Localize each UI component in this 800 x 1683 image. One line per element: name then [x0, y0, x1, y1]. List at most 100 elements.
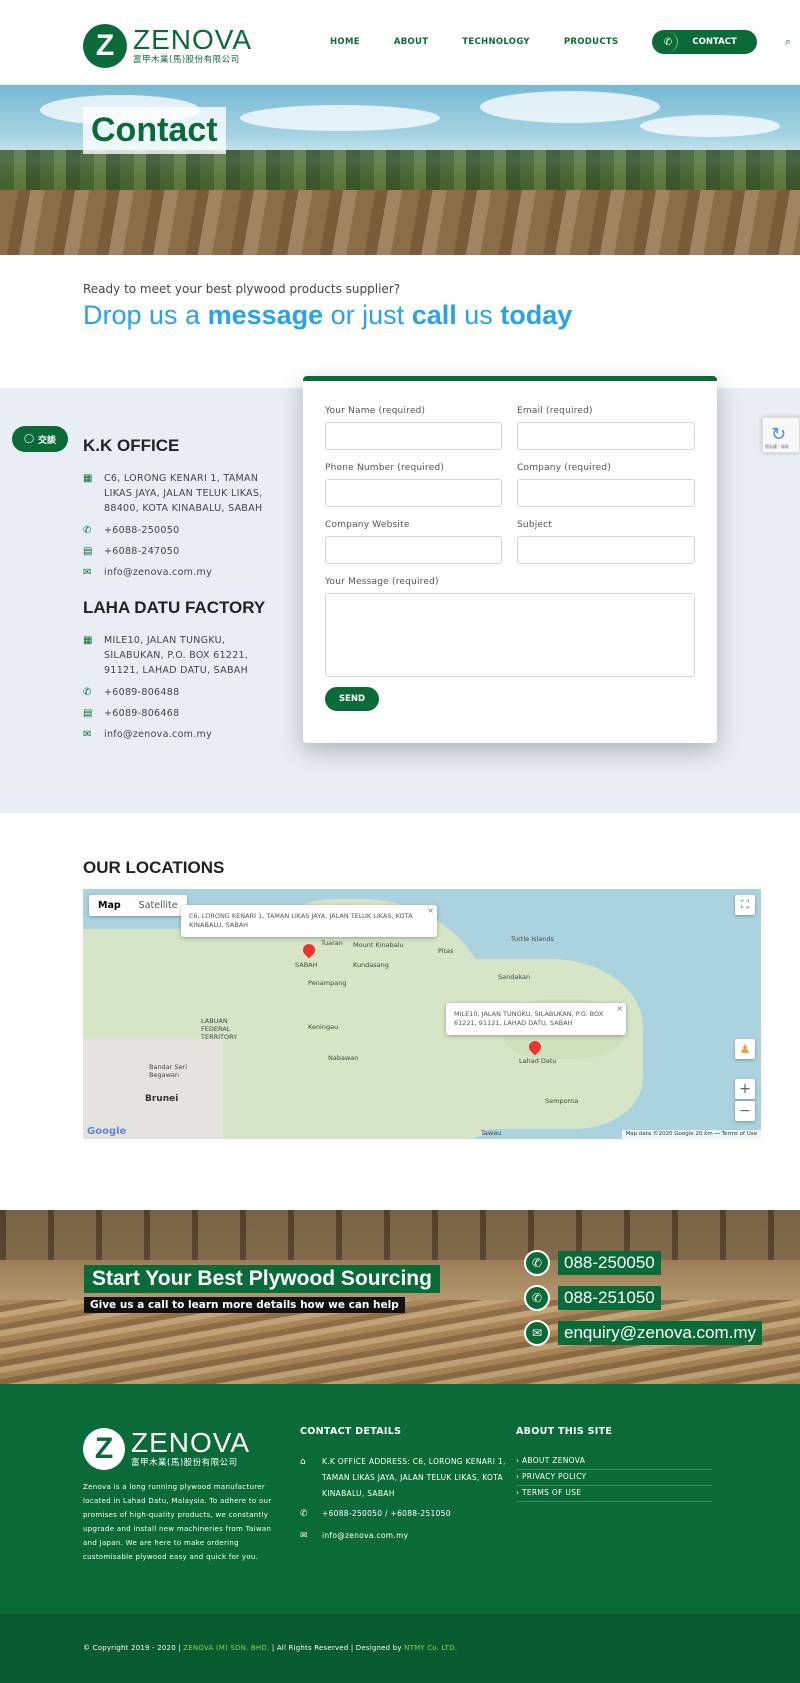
logo-subtitle: 富甲木業(馬)股份有限公司 — [133, 55, 240, 65]
phone-field[interactable] — [325, 479, 502, 507]
cta-phone-1[interactable]: ✆ 088-250050 — [524, 1250, 661, 1276]
logo-name: ZENOVA — [133, 24, 253, 55]
map-label: Nabawan — [328, 1054, 359, 1062]
map-label: Brunei — [145, 1094, 179, 1104]
recaptcha-badge[interactable]: ↻ 隱私權 - 條款 — [762, 417, 800, 453]
chat-label: 交談 — [38, 435, 57, 446]
site-logo[interactable]: Z ZENOVA 富甲木業(馬)股份有限公司 — [83, 24, 252, 68]
phone-icon: ✆ — [524, 1285, 550, 1311]
message-field[interactable] — [325, 593, 695, 677]
copyright-text: © Copyright 2019 - 2020 | ZENOVA (M) SDN… — [83, 1644, 458, 1652]
map-label: Bandar Seri Begawan — [149, 1063, 188, 1079]
office-title-factory: LAHA DATU FACTORY — [83, 598, 266, 617]
map-tab-map[interactable]: Map — [89, 895, 130, 916]
map-label: Semporna — [545, 1097, 579, 1105]
zoom-out-button[interactable]: − — [735, 1101, 755, 1121]
map-label: Tawau — [481, 1129, 502, 1137]
google-map[interactable]: Map Satellite C6, LORONG KENARI 1, TAMAN… — [83, 889, 761, 1139]
office-title-kk: K.K OFFICE — [83, 436, 180, 455]
locations-title: OUR LOCATIONS — [83, 858, 225, 877]
email-label: Email (required) — [517, 406, 593, 416]
footer-logo[interactable]: Z ZENOVA 富甲木業(馬)股份有限公司 — [83, 1428, 250, 1470]
send-button[interactable]: SEND — [325, 687, 379, 711]
name-field[interactable] — [325, 422, 502, 450]
cta-title: Start Your Best Plywood Sourcing — [84, 1265, 440, 1293]
office-phone-factory[interactable]: ✆ +6089-806488 — [83, 685, 264, 700]
map-label: Penampang — [308, 979, 347, 987]
office-fax-kk: ▤ +6088-247050 — [83, 546, 180, 557]
footer-phones[interactable]: ✆ +6088-250050 / +6088-251050 — [300, 1506, 507, 1522]
nav-about[interactable]: ABOUT — [394, 31, 428, 53]
office-email-factory[interactable]: ✉ info@zenova.com.my — [83, 727, 264, 742]
phone-label: Phone Number (required) — [325, 463, 445, 473]
logo-mark: Z — [83, 1428, 125, 1470]
map-popup-kk: C6, LORONG KENARI 1, TAMAN LIKAS JAYA, J… — [181, 905, 437, 937]
chat-button[interactable]: ◯ 交談 — [12, 426, 68, 452]
company-field[interactable] — [517, 479, 695, 507]
website-field[interactable] — [325, 536, 502, 564]
email-field[interactable] — [517, 422, 695, 450]
message-label: Your Message (required) — [325, 577, 439, 587]
nav-products[interactable]: PRODUCTS — [564, 31, 619, 53]
subject-label: Subject — [517, 520, 553, 530]
map-label: Kundasang — [353, 961, 389, 969]
map-label: LABUAN FEDERAL TERRITORY — [201, 1017, 238, 1041]
office-address-kk: ▦ C6, LORONG KENARI 1, TAMAN LIKAS JAYA,… — [83, 473, 263, 514]
map-attribution[interactable]: Map data ©2020 Google 20 km ⎯⎯ Terms of … — [621, 1130, 761, 1139]
map-popup-factory: MILE10, JALAN TUNGKU, SILABUKAN, P.O. BO… — [446, 1003, 626, 1035]
office-phone-kk[interactable]: ✆ +6088-250050 — [83, 523, 264, 538]
nav-technology[interactable]: TECHNOLOGY — [462, 31, 530, 53]
intro-heading: Drop us a message or just call us today — [83, 300, 573, 330]
page-title: Contact — [83, 107, 226, 154]
logo-mark: Z — [83, 24, 127, 68]
footer-link-privacy[interactable]: › PRIVACY POLICY — [516, 1472, 712, 1486]
subject-field[interactable] — [517, 536, 695, 564]
close-icon[interactable]: × — [616, 1004, 623, 1013]
office-address-factory: ▦ MILE10, JALAN TUNGKU, SILABUKAN, P.O. … — [83, 635, 249, 676]
map-label: Pitas — [438, 947, 454, 955]
phone-icon: ✆ — [83, 525, 92, 536]
website-label: Company Website — [325, 520, 410, 530]
company-link[interactable]: ZENOVA (M) SDN. BHD. — [183, 1644, 269, 1652]
fullscreen-icon[interactable]: ⛶ — [735, 895, 755, 915]
search-icon[interactable]: ⌕ — [785, 35, 791, 49]
phone-icon: ✆ — [524, 1250, 550, 1276]
cta-email[interactable]: ✉ enquiry@zenova.com.my — [524, 1320, 763, 1346]
footer-contact-heading: CONTACT DETAILS — [300, 1426, 402, 1437]
map-icon: ▦ — [83, 635, 93, 646]
site-header: Z ZENOVA 富甲木業(馬)股份有限公司 HOME ABOUT TECHNO… — [0, 0, 800, 85]
nav-contact-button[interactable]: ✆ CONTACT — [652, 30, 757, 54]
recaptcha-icon: ↻ — [771, 424, 787, 445]
envelope-icon: ✉ — [83, 567, 92, 578]
map-icon: ▦ — [83, 473, 93, 484]
footer-link-terms[interactable]: › TERMS OF USE — [516, 1488, 712, 1502]
name-label: Your Name (required) — [325, 406, 426, 416]
phone-icon: ✆ — [658, 32, 679, 52]
map-label: Turtle Islands — [511, 935, 554, 943]
footer-about-text: Zenova is a long running plywood manufac… — [83, 1483, 272, 1561]
office-fax-factory: ▤ +6089-806468 — [83, 708, 180, 719]
fax-icon: ▤ — [83, 708, 93, 719]
nav-home[interactable]: HOME — [330, 31, 360, 53]
pegman-icon[interactable]: ♟ — [735, 1039, 755, 1059]
map-label: Keningau — [308, 1023, 339, 1031]
footer-link-about[interactable]: › ABOUT ZENOVA — [516, 1456, 712, 1470]
designer-link[interactable]: NTMY Co. LTD. — [404, 1644, 457, 1652]
map-label: Sandakan — [498, 973, 531, 981]
phone-icon: ✆ — [83, 687, 92, 698]
map-tab-satellite[interactable]: Satellite — [130, 895, 187, 916]
footer-email[interactable]: ✉ info@zenova.com.my — [300, 1528, 507, 1544]
cta-subtitle: Give us a call to learn more details how… — [84, 1297, 405, 1313]
close-icon[interactable]: × — [427, 906, 434, 915]
cta-phone-2[interactable]: ✆ 088-251050 — [524, 1285, 661, 1311]
office-email-kk[interactable]: ✉ info@zenova.com.my — [83, 565, 264, 580]
home-icon: ⌂ — [300, 1457, 307, 1467]
map-type-tabs: Map Satellite — [89, 895, 187, 916]
intro-subheading: Ready to meet your best plywood products… — [83, 282, 401, 296]
map-label: Mount Kinabalu — [353, 941, 404, 949]
zoom-in-button[interactable]: + — [735, 1079, 755, 1099]
fax-icon: ▤ — [83, 546, 93, 557]
map-label: SABAH — [295, 961, 318, 969]
site-footer: Z ZENOVA 富甲木業(馬)股份有限公司 Zenova is a long … — [0, 1384, 800, 1614]
logo-subtitle: 富甲木業(馬)股份有限公司 — [131, 1458, 238, 1468]
